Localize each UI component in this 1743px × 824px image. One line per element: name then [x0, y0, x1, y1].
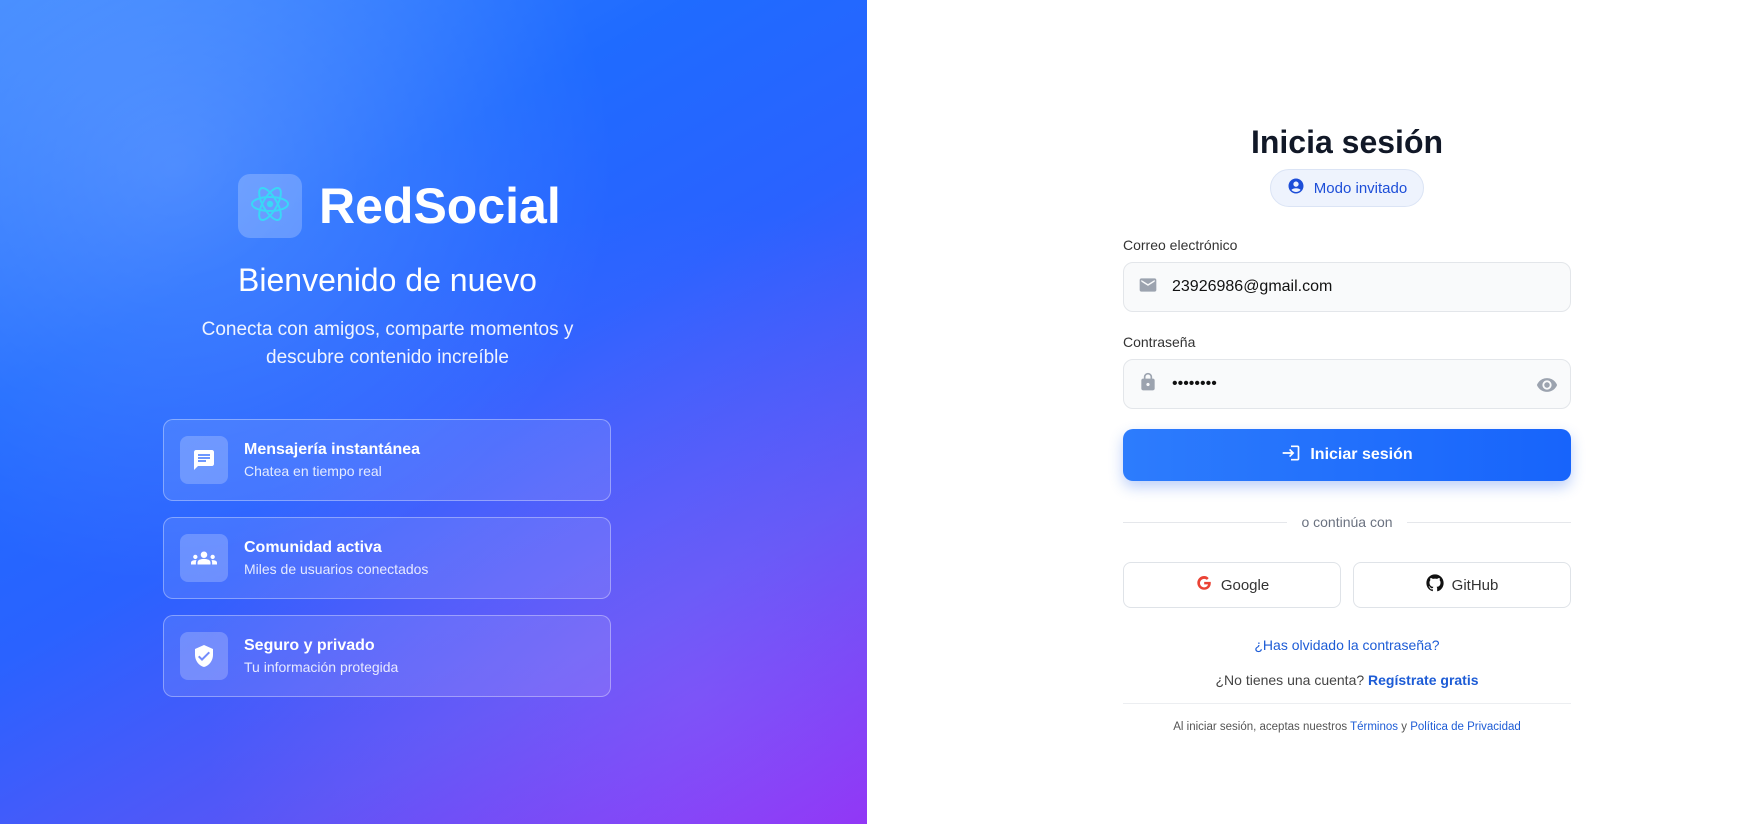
signup-link[interactable]: Regístrate gratis — [1368, 672, 1478, 688]
divider-line — [1123, 703, 1571, 704]
feature-card-security: Seguro y privado Tu información protegid… — [163, 615, 611, 697]
shield-check-icon — [180, 632, 228, 680]
github-login-button[interactable]: GitHub — [1353, 562, 1571, 608]
email-value: 23926986@gmail.com — [1172, 278, 1333, 295]
hero-panel: RedSocial Bienvenido de nuevo Conecta co… — [0, 0, 867, 824]
social-divider: o continúa con — [1123, 514, 1572, 530]
feature-title: Comunidad activa — [244, 539, 382, 556]
brand-name: RedSocial — [319, 178, 561, 234]
mail-icon — [1138, 275, 1158, 300]
login-panel: Inicia sesión Modo invitado Correo elect… — [867, 0, 1743, 824]
privacy-link[interactable]: Política de Privacidad — [1410, 721, 1521, 733]
chat-icon — [180, 436, 228, 484]
feature-subtitle: Tu información protegida — [244, 659, 399, 675]
feature-title: Mensajería instantánea — [244, 441, 421, 458]
google-label: Google — [1220, 576, 1270, 594]
login-form: Inicia sesión Modo invitado Correo elect… — [1123, 118, 1572, 733]
terms-and: y — [1401, 721, 1407, 733]
password-field[interactable]: •••••••• — [1123, 359, 1571, 409]
react-atom-icon — [249, 183, 291, 230]
feature-card-messaging: Mensajería instantánea Chatea en tiempo … — [163, 419, 611, 501]
divider-text: o continúa con — [1301, 514, 1393, 530]
account-circle-icon — [1287, 177, 1314, 199]
email-field[interactable]: 23926986@gmail.com — [1123, 262, 1571, 312]
login-button-label: Iniciar sesión — [1310, 446, 1413, 463]
signup-prompt: ¿No tienes una cuenta? — [1215, 672, 1365, 688]
login-icon — [1281, 443, 1310, 468]
feature-subtitle: Miles de usuarios conectados — [244, 561, 429, 577]
guest-mode-label: Modo invitado — [1313, 179, 1408, 197]
github-icon — [1426, 574, 1452, 596]
feature-title: Seguro y privado — [244, 637, 375, 654]
lock-icon — [1138, 372, 1158, 397]
feature-subtitle: Chatea en tiempo real — [244, 463, 382, 479]
terms-link[interactable]: Términos — [1350, 721, 1398, 733]
google-icon — [1195, 574, 1221, 596]
login-title: Inicia sesión — [1250, 124, 1444, 160]
terms-prefix: Al iniciar sesión, aceptas nuestros — [1173, 721, 1348, 733]
forgot-password-link[interactable]: ¿Has olvidado la contraseña? — [1254, 637, 1439, 653]
eye-icon[interactable] — [1536, 374, 1558, 401]
feature-card-community: Comunidad activa Miles de usuarios conec… — [163, 517, 611, 599]
group-icon — [180, 534, 228, 582]
password-value: •••••••• — [1172, 375, 1217, 392]
github-label: GitHub — [1451, 576, 1499, 594]
guest-mode-button[interactable]: Modo invitado — [1269, 169, 1425, 207]
email-label: Correo electrónico — [1123, 237, 1238, 253]
welcome-heading: Bienvenido de nuevo — [238, 262, 537, 298]
logo — [238, 174, 302, 238]
brand: RedSocial — [238, 174, 561, 238]
tagline: Conecta con amigos, comparte momentos y … — [201, 319, 574, 368]
password-label: Contraseña — [1123, 334, 1196, 350]
google-login-button[interactable]: Google — [1123, 562, 1341, 608]
login-button[interactable]: Iniciar sesión — [1123, 429, 1571, 481]
